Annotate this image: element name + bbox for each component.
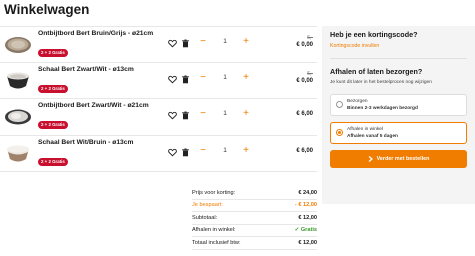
- trash-icon[interactable]: [181, 39, 190, 48]
- item-price: € 6,00: [296, 147, 313, 154]
- original-price: 6,-: [307, 35, 313, 41]
- discount-title: Heb je een kortingscode?: [330, 30, 418, 39]
- cart-item: Ontbijtbord Bert Bruin/Grijs - ø21cm 2 +…: [0, 26, 317, 63]
- product-name[interactable]: Schaal Bert Zwart/Wit - ø13cm: [38, 66, 164, 74]
- minus-icon: −: [200, 71, 206, 83]
- plus-icon: +: [243, 36, 249, 47]
- product-thumbnail[interactable]: [4, 69, 32, 93]
- promo-badge: 2 + 2 Gratis: [38, 49, 68, 57]
- increase-quantity-button[interactable]: +: [240, 145, 252, 157]
- increase-quantity-button[interactable]: +: [240, 108, 252, 120]
- minus-icon: −: [200, 108, 206, 119]
- cart-item: Schaal Bert Zwart/Wit - ø13cm 2 + 2 Grat…: [0, 63, 317, 99]
- heart-icon[interactable]: [168, 75, 177, 84]
- product-thumbnail[interactable]: [4, 105, 32, 129]
- total-value: ✓ Gratis: [294, 227, 317, 234]
- total-label: Totaal inclusief btw:: [192, 239, 241, 246]
- heart-icon[interactable]: [168, 148, 177, 157]
- decrease-quantity-button[interactable]: −: [197, 145, 209, 157]
- increase-quantity-button[interactable]: +: [240, 72, 252, 84]
- page-title: Winkelwagen: [4, 2, 90, 17]
- item-price: € 0,00: [296, 77, 313, 84]
- continue-order-button[interactable]: Verder met bestellen: [330, 150, 467, 168]
- total-label: Je bespaart:: [192, 202, 223, 209]
- total-label: Prijs voor korting:: [192, 189, 236, 196]
- continue-order-label: Verder met bestellen: [376, 156, 430, 162]
- plus-icon: +: [243, 71, 249, 83]
- item-price: € 6,00: [296, 111, 313, 117]
- total-value: € 12,00: [298, 214, 317, 221]
- quantity-value[interactable]: 1: [220, 110, 230, 117]
- total-value: - € 12,00: [294, 202, 317, 209]
- trash-icon[interactable]: [181, 75, 190, 84]
- decrease-quantity-button[interactable]: −: [197, 72, 209, 84]
- minus-icon: −: [200, 36, 206, 47]
- total-value: € 12,00: [298, 239, 317, 246]
- product-thumbnail[interactable]: [4, 142, 32, 166]
- cart-item: Ontbijtbord Bert Zwart/Wit - ø21cm 2 + 2…: [0, 99, 317, 136]
- order-totals: Prijs voor korting: € 24,00 Je bespaart:…: [192, 187, 317, 250]
- cart-list: Ontbijtbord Bert Bruin/Grijs - ø21cm 2 +…: [0, 26, 317, 172]
- delivery-subtitle: Je kunt dit later in het bestelproces no…: [330, 80, 432, 85]
- delivery-title: Afhalen of laten bezorgen?: [330, 67, 423, 76]
- decrease-quantity-button[interactable]: −: [197, 108, 209, 120]
- original-price: 6,-: [307, 70, 313, 77]
- chevron-right-icon: [368, 156, 373, 162]
- promo-badge: 2 + 2 Gratis: [38, 84, 68, 93]
- total-row-grand-total: Totaal inclusief btw: € 12,00: [192, 237, 317, 250]
- delivery-option-afhalen[interactable]: Afhalen in winkel Afhalen vanaf 5 dagen: [330, 122, 467, 144]
- total-row-savings: Je bespaart: - € 12,00: [192, 200, 317, 212]
- total-row-subtotal: Subtotaal: € 12,00: [192, 212, 317, 225]
- minus-icon: −: [200, 144, 206, 156]
- quantity-value[interactable]: 1: [220, 74, 230, 81]
- trash-icon[interactable]: [181, 111, 190, 120]
- promo-badge: 2 + 2 Gratis: [38, 121, 68, 129]
- option-label: Afhalen in winkel: [347, 127, 383, 132]
- total-label: Afhalen in winkel:: [192, 227, 236, 234]
- product-thumbnail[interactable]: [4, 33, 32, 57]
- radio-button-selected[interactable]: [336, 129, 343, 136]
- checkout-sidebar: Heb je een kortingscode? Kortingscode in…: [322, 26, 475, 204]
- item-price: € 0,00: [296, 42, 313, 48]
- heart-icon[interactable]: [168, 111, 177, 120]
- delivery-option-bezorgen[interactable]: Bezorgen Binnen 2-3 werkdagen bezorgd: [330, 94, 467, 116]
- product-name[interactable]: Schaal Bert Wit/Bruin - ø13cm: [38, 139, 164, 147]
- option-detail: Binnen 2-3 werkdagen bezorgd: [347, 106, 418, 111]
- decrease-quantity-button[interactable]: −: [197, 36, 209, 48]
- total-value: € 24,00: [298, 189, 317, 196]
- radio-button[interactable]: [336, 101, 343, 108]
- product-name[interactable]: Ontbijtbord Bert Bruin/Grijs - ø21cm: [38, 30, 164, 38]
- total-row-before-discount: Prijs voor korting: € 24,00: [192, 187, 317, 200]
- plus-icon: +: [243, 144, 249, 156]
- total-label: Subtotaal:: [192, 214, 218, 221]
- product-name[interactable]: Ontbijtbord Bert Zwart/Wit - ø21cm: [38, 102, 164, 110]
- cart-item: Schaal Bert Wit/Bruin - ø13cm 2 + 2 Grat…: [0, 136, 317, 172]
- heart-icon[interactable]: [168, 39, 177, 48]
- trash-icon[interactable]: [181, 148, 190, 157]
- option-label: Bezorgen: [347, 99, 368, 104]
- total-row-pickup: Afhalen in winkel: ✓ Gratis: [192, 225, 317, 237]
- option-detail: Afhalen vanaf 5 dagen: [347, 134, 398, 139]
- increase-quantity-button[interactable]: +: [240, 36, 252, 48]
- quantity-value[interactable]: 1: [220, 38, 230, 45]
- quantity-value[interactable]: 1: [220, 147, 230, 154]
- promo-badge: 2 + 2 Gratis: [38, 157, 68, 166]
- divider: [330, 58, 467, 59]
- plus-icon: +: [243, 108, 249, 119]
- discount-code-link[interactable]: Kortingscode invullen: [330, 43, 379, 49]
